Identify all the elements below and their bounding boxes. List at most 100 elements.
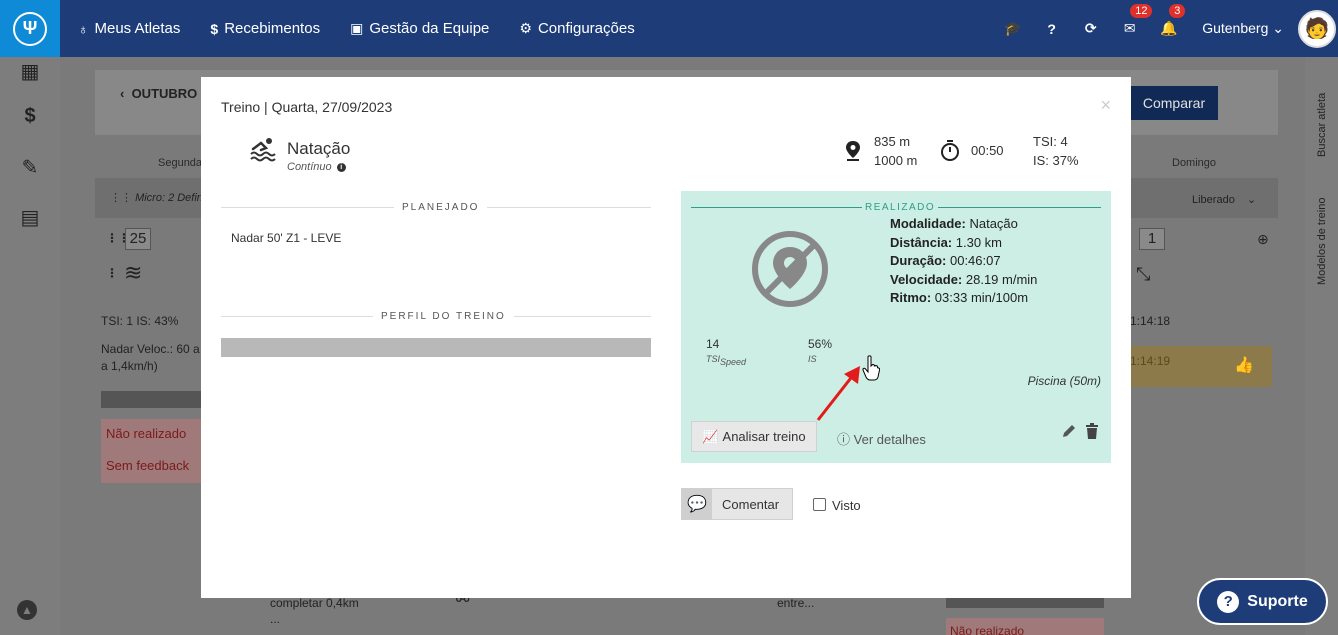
medal-icon: ♁ xyxy=(78,20,89,37)
workout-desc: ... xyxy=(270,612,281,626)
liberado-select[interactable]: Liberado ⌄ xyxy=(1192,193,1256,206)
app-logo[interactable]: Ψ xyxy=(0,0,60,57)
nav-configuracoes[interactable]: ⚙ Configurações xyxy=(519,20,634,37)
detail-ritmo: Ritmo: 03:33 min/100m xyxy=(890,290,1029,305)
day-number: 1 xyxy=(1139,228,1165,250)
messages-badge: 12 xyxy=(1130,4,1153,18)
pool-info: Piscina (50m) xyxy=(1027,374,1101,388)
tsi-text: TSI: 1 IS: 43% xyxy=(101,314,179,328)
workout-desc: completar 0,4km xyxy=(270,596,359,610)
feedback-text: Sem feedback xyxy=(106,458,190,473)
planned-description: Nadar 50' Z1 - LEVE xyxy=(231,231,342,245)
detail-velocidade: Velocidade: 28.19 m/min xyxy=(890,271,1038,287)
compare-button[interactable]: Comparar xyxy=(1130,86,1218,120)
workout-desc: a 1,4km/h) xyxy=(101,359,158,373)
planned-heading: PLANEJADO xyxy=(394,202,488,213)
stopwatch-icon xyxy=(941,140,959,161)
nav-recebimentos[interactable]: $ Recebimentos xyxy=(210,20,320,37)
graduation-cap-icon[interactable]: 🎓 xyxy=(993,20,1032,37)
strength-icon: ⤡ xyxy=(1136,264,1151,284)
add-icon[interactable]: ⊕ xyxy=(1257,231,1269,248)
nav-gestao-equipe[interactable]: ▣ Gestão da Equipe xyxy=(350,20,489,37)
search-athlete-tab[interactable]: Buscar atleta xyxy=(1316,93,1328,157)
tsi-speed-value: 14 xyxy=(706,337,720,351)
workout-desc: Nadar Veloc.: 60 a xyxy=(101,342,200,356)
sport-name: Natação xyxy=(287,139,351,158)
analyze-workout-button[interactable]: 📈 Analisar treino xyxy=(691,421,817,452)
comment-button[interactable]: 💬 Comentar xyxy=(681,488,793,520)
view-details-label: Ver detalhes xyxy=(853,432,926,447)
help-icon[interactable]: ? xyxy=(1032,21,1071,37)
film-icon[interactable]: ▤ xyxy=(18,205,42,230)
calendar-icon[interactable]: ▦ xyxy=(18,59,42,84)
analyze-label: Analisar treino xyxy=(722,429,806,444)
day-number: 25 xyxy=(125,228,151,250)
help-circle-icon: ? xyxy=(1217,590,1240,613)
support-button[interactable]: ? Suporte xyxy=(1197,578,1328,625)
drag-handle-icon[interactable]: ⋮ xyxy=(106,266,118,280)
messages-icon[interactable]: ✉ 12 xyxy=(1110,4,1153,37)
seen-checkbox[interactable] xyxy=(813,498,826,511)
nav-meus-atletas[interactable]: ♁ Meus Atletas xyxy=(78,20,180,37)
tsi-speed-label: TSISpeed xyxy=(706,354,747,367)
info-circle-icon: ⓘ xyxy=(837,432,851,447)
chevron-down-icon: ⌄ xyxy=(1272,20,1284,36)
user-menu[interactable]: Gutenberg ⌄ xyxy=(1202,20,1284,37)
upload-icon[interactable]: ▲ xyxy=(17,600,37,620)
top-navbar: Ψ ♁ Meus Atletas $ Recebimentos ▣ Gestão… xyxy=(0,0,1338,57)
info-icon[interactable]: i xyxy=(336,162,346,172)
realized-panel: REALIZADO Modalidade: Natação Distância:… xyxy=(681,191,1111,463)
detail-modalidade: Modalidade: Natação xyxy=(890,216,1018,231)
left-sidebar: ▦ $ ✎ ▤ ▲ xyxy=(0,57,60,635)
thumbs-up-icon: 👍 xyxy=(1234,357,1254,374)
month-label: OUTUBRO xyxy=(131,86,198,101)
user-name: Gutenberg xyxy=(1202,20,1269,36)
no-map-icon xyxy=(752,231,828,307)
time-text: 1:14:18 xyxy=(1130,314,1171,328)
workout-modal: Treino | Quarta, 27/09/2023 × Natação Co… xyxy=(201,77,1131,598)
nav-label: Meus Atletas xyxy=(94,20,181,37)
dollar-icon[interactable]: $ xyxy=(18,105,42,128)
hand-cursor-icon xyxy=(862,355,880,381)
liberado-label: Liberado xyxy=(1192,194,1235,206)
view-details-link[interactable]: ⓘ Ver detalhes xyxy=(837,429,926,448)
profile-bar xyxy=(101,391,203,408)
realized-details: Modalidade: Natação Distância: 1.30 km D… xyxy=(890,215,1037,308)
avatar[interactable]: 🧑 xyxy=(1298,9,1336,48)
swim-icon xyxy=(250,138,276,162)
pencil-icon[interactable] xyxy=(1061,423,1077,439)
edit-note-icon[interactable]: ✎ xyxy=(18,155,42,180)
team-icon: ▣ xyxy=(350,20,364,36)
distance-done: 835 m xyxy=(874,134,911,149)
comment-label: Comentar xyxy=(722,496,780,512)
month-back-button[interactable]: ‹ OUTUBRO xyxy=(120,86,197,101)
main-nav: ♁ Meus Atletas $ Recebimentos ▣ Gestão d… xyxy=(78,0,635,57)
tsi-value: TSI: 4 xyxy=(1033,134,1068,149)
day-header-sunday: Domingo xyxy=(1172,157,1217,169)
seen-label: Visto xyxy=(832,498,861,513)
swim-icon: ≋ xyxy=(124,260,143,285)
status-text: Não realizado xyxy=(106,426,187,441)
close-icon[interactable]: × xyxy=(1100,95,1111,116)
bell-icon[interactable]: 🔔 3 xyxy=(1149,4,1188,37)
support-label: Suporte xyxy=(1247,592,1308,610)
trash-icon[interactable] xyxy=(1085,423,1099,439)
dollar-icon: $ xyxy=(210,20,219,37)
sport-subtype-label: Contínuo xyxy=(287,161,332,173)
location-pin-icon xyxy=(846,141,860,161)
gears-icon: ⚙ xyxy=(519,20,532,36)
workout-profile-bar xyxy=(221,338,651,357)
training-models-tab[interactable]: Modelos de treino xyxy=(1316,198,1328,285)
chart-line-icon: 📈 xyxy=(702,428,719,444)
day-header-monday: Segunda xyxy=(158,157,203,169)
time-text: 1:14:19 xyxy=(1130,354,1171,368)
tsi-stat: TSI: 4 IS: 37% xyxy=(1033,132,1079,170)
is-value: 56% xyxy=(808,337,833,351)
profile-bar xyxy=(946,598,1104,608)
micro-label: ⋮⋮ Micro: 2 Defini xyxy=(110,192,206,204)
distance-stat: 835 m 1000 m xyxy=(874,132,917,170)
nav-label: Recebimentos xyxy=(224,20,321,37)
sync-icon[interactable]: ⟳ xyxy=(1071,20,1110,37)
micro-text: Micro: 2 Defini xyxy=(135,192,206,204)
sport-subtype: Contínuo i xyxy=(287,161,346,173)
